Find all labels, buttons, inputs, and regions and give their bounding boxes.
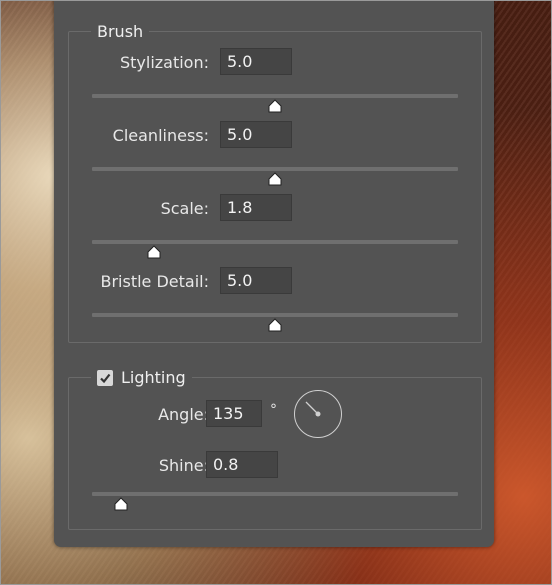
stylization-input[interactable]: 5.0 <box>220 48 292 75</box>
angle-dial[interactable] <box>294 390 342 438</box>
bristle-detail-slider-track[interactable] <box>92 313 458 317</box>
scale-input[interactable]: 1.8 <box>220 194 292 221</box>
angle-dial-indicator <box>305 401 321 417</box>
lighting-group-header: Lighting <box>91 368 192 388</box>
shine-slider-track[interactable] <box>92 492 458 496</box>
stylization-slider-track[interactable] <box>92 94 458 98</box>
cleanliness-input[interactable]: 5.0 <box>220 121 292 148</box>
screenshot-frame: Brush Stylization: 5.0 Cleanliness: 5.0 … <box>0 0 552 585</box>
brush-group: Brush Stylization: 5.0 Cleanliness: 5.0 … <box>68 22 482 343</box>
bristle-detail-slider-thumb[interactable] <box>268 318 282 332</box>
shine-slider-thumb[interactable] <box>114 497 128 511</box>
cleanliness-slider-track[interactable] <box>92 167 458 171</box>
shine-input[interactable]: 0.8 <box>206 451 278 478</box>
stylization-slider-thumb[interactable] <box>268 99 282 113</box>
scale-label: Scale: <box>160 199 209 218</box>
lighting-label: Lighting <box>121 368 186 387</box>
lighting-checkbox[interactable] <box>97 370 113 386</box>
scale-slider-thumb[interactable] <box>147 245 161 259</box>
checkmark-icon <box>100 373 111 384</box>
angle-input[interactable]: 135 <box>206 400 262 427</box>
stylization-label: Stylization: <box>119 53 209 72</box>
cleanliness-label: Cleanliness: <box>112 126 209 145</box>
degree-symbol: ° <box>270 402 277 418</box>
lighting-group: Lighting Angle: 135 ° Shine: 0.8 <box>68 368 482 530</box>
shine-label: Shine: <box>158 456 209 475</box>
bristle-detail-label: Bristle Detail: <box>100 272 209 291</box>
brush-group-title: Brush <box>91 22 150 42</box>
cleanliness-slider-thumb[interactable] <box>268 172 282 186</box>
bristle-detail-input[interactable]: 5.0 <box>220 267 292 294</box>
angle-label: Angle: <box>158 405 209 424</box>
scale-slider-track[interactable] <box>92 240 458 244</box>
oil-paint-settings-panel: Brush Stylization: 5.0 Cleanliness: 5.0 … <box>54 1 494 547</box>
